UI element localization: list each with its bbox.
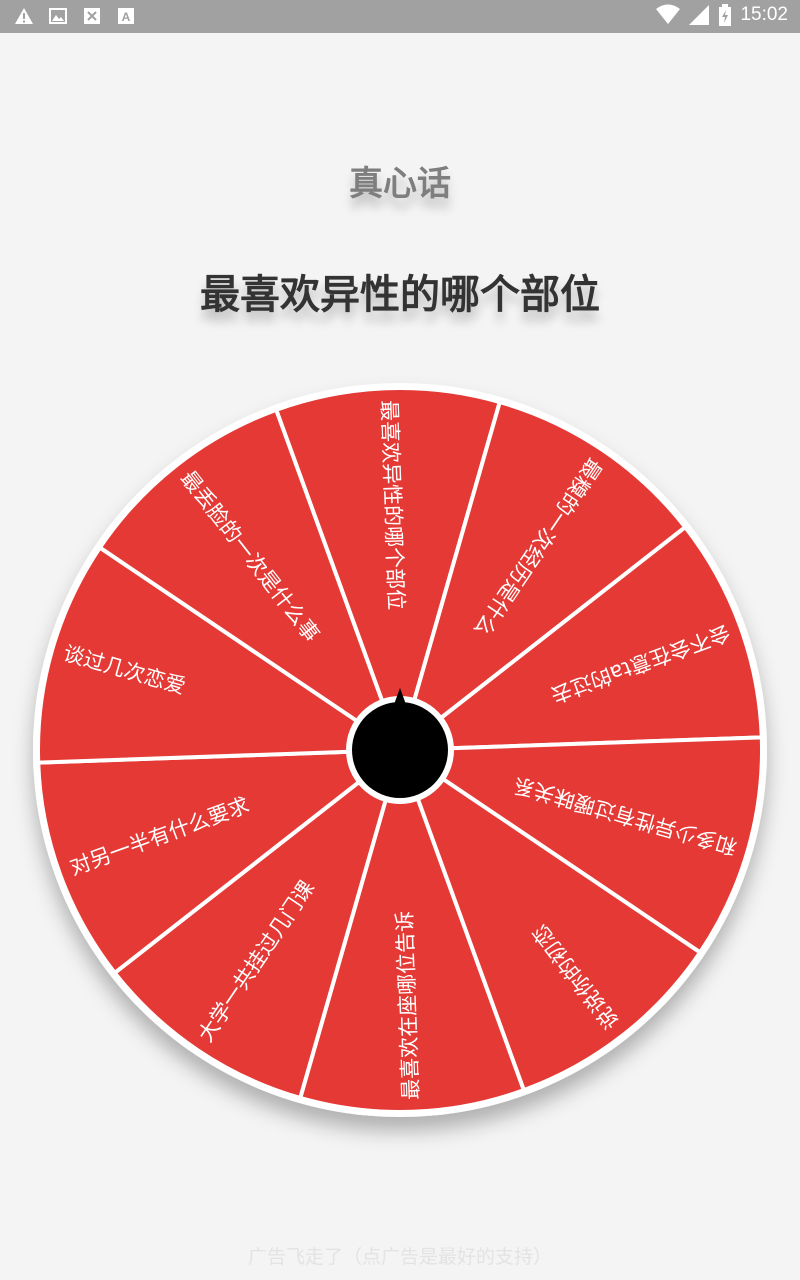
ad-placeholder-text[interactable]: 广告飞走了（点广告是最好的支持） bbox=[0, 1242, 800, 1269]
no-signal-icon bbox=[84, 8, 100, 24]
wifi-icon bbox=[656, 4, 681, 24]
hub bbox=[352, 702, 448, 798]
svg-text:A: A bbox=[122, 10, 131, 24]
image-icon bbox=[49, 8, 67, 24]
spin-wheel[interactable]: 最喜欢异性的哪个部位 最糗的一次经历是什么 会不会在意ta的过去 和多少异性有过暧昧关… bbox=[0, 300, 800, 1200]
system-tray: 15:02 bbox=[656, 4, 788, 26]
battery-icon bbox=[719, 4, 732, 26]
status-bar: A 15:02 bbox=[0, 0, 800, 33]
font-icon: A bbox=[118, 8, 134, 24]
warning-icon bbox=[15, 8, 33, 24]
clock: 15:02 bbox=[740, 4, 788, 25]
notification-icons: A bbox=[14, 6, 136, 26]
signal-icon bbox=[689, 5, 710, 25]
wheel-graphic: 最喜欢异性的哪个部位 最糗的一次经历是什么会不会在意ta的过去和多少异性有过暧昧关… bbox=[33, 383, 767, 1117]
category-title: 真心话 bbox=[349, 164, 451, 204]
